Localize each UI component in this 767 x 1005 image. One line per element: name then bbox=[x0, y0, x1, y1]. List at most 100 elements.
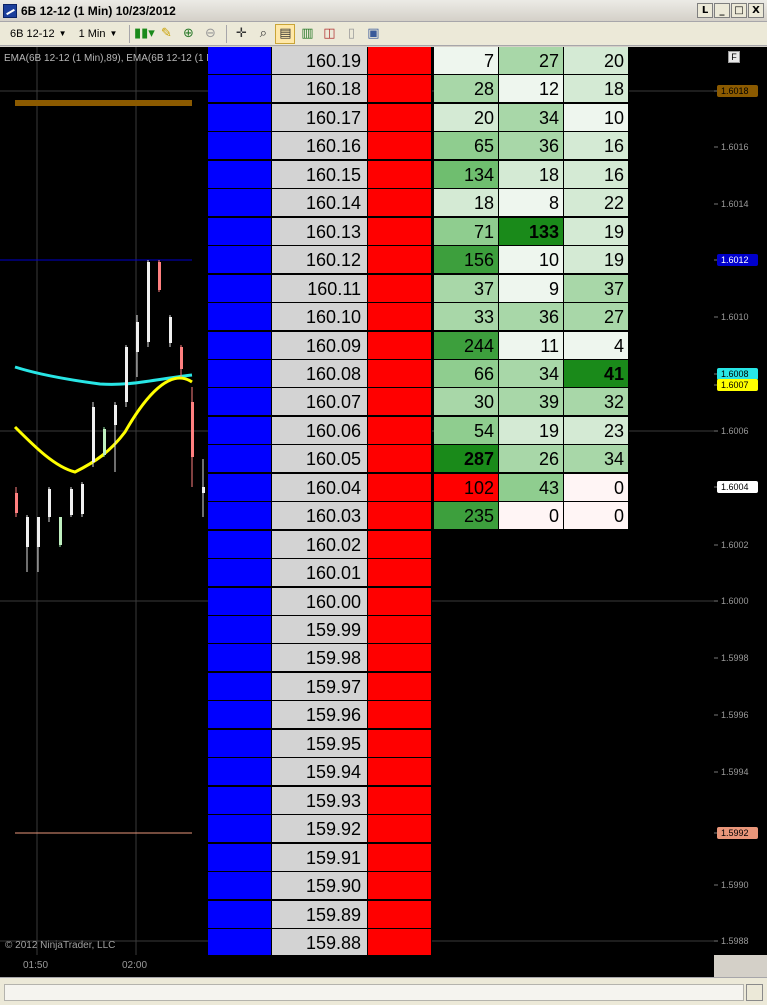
ask-cell[interactable] bbox=[368, 189, 432, 218]
bid-cell[interactable] bbox=[208, 587, 272, 616]
price-axis[interactable]: F 1.6018 1.6016 1.6014 1.6012 1.6010 1.6008 1.… bbox=[714, 47, 767, 955]
ladder-row[interactable]: 160.03 235 0 0 bbox=[208, 502, 629, 531]
ask-cell[interactable] bbox=[368, 47, 432, 75]
instrument-selector[interactable]: 6B 12-12 ▼ bbox=[6, 24, 71, 44]
ask-cell[interactable] bbox=[368, 160, 432, 189]
bid-cell[interactable] bbox=[208, 701, 272, 730]
strategies-icon[interactable]: ◫ bbox=[319, 24, 339, 44]
close-button[interactable]: X bbox=[748, 3, 764, 18]
bid-cell[interactable] bbox=[208, 189, 272, 218]
ask-cell[interactable] bbox=[368, 843, 432, 872]
ask-cell[interactable] bbox=[368, 729, 432, 758]
ladder-row[interactable]: 159.95 bbox=[208, 729, 629, 758]
ask-cell[interactable] bbox=[368, 900, 432, 929]
bid-cell[interactable] bbox=[208, 132, 272, 161]
ask-cell[interactable] bbox=[368, 758, 432, 787]
ask-cell[interactable] bbox=[368, 872, 432, 901]
bid-cell[interactable] bbox=[208, 47, 272, 75]
bid-cell[interactable] bbox=[208, 246, 272, 275]
ladder-row[interactable]: 160.08 66 34 41 bbox=[208, 359, 629, 388]
ladder-row[interactable]: 159.92 bbox=[208, 815, 629, 844]
ask-cell[interactable] bbox=[368, 359, 432, 388]
ladder-row[interactable]: 160.14 18 8 22 bbox=[208, 189, 629, 218]
ladder-row[interactable]: 160.05 287 26 34 bbox=[208, 445, 629, 474]
ladder-row[interactable]: 159.89 bbox=[208, 900, 629, 929]
maximize-button[interactable]: □ bbox=[731, 3, 747, 18]
ladder-row[interactable]: 160.11 37 9 37 bbox=[208, 274, 629, 303]
ladder-row[interactable]: 160.00 bbox=[208, 587, 629, 616]
bid-cell[interactable] bbox=[208, 843, 272, 872]
bar-type-icon[interactable]: ▮▮▾ bbox=[134, 24, 155, 44]
zoom-in-icon[interactable]: ⊕ bbox=[178, 24, 198, 44]
interval-selector[interactable]: 1 Min ▼ bbox=[75, 24, 122, 44]
ask-cell[interactable] bbox=[368, 559, 432, 588]
ask-cell[interactable] bbox=[368, 75, 432, 104]
ladder-row[interactable]: 159.97 bbox=[208, 672, 629, 701]
ladder-row[interactable]: 160.06 54 19 23 bbox=[208, 416, 629, 445]
properties-icon[interactable]: ▣ bbox=[363, 24, 383, 44]
bid-cell[interactable] bbox=[208, 872, 272, 901]
bid-cell[interactable] bbox=[208, 303, 272, 332]
bid-cell[interactable] bbox=[208, 502, 272, 531]
ask-cell[interactable] bbox=[368, 331, 432, 360]
ask-cell[interactable] bbox=[368, 103, 432, 132]
bid-cell[interactable] bbox=[208, 644, 272, 673]
ask-cell[interactable] bbox=[368, 672, 432, 701]
ladder-row[interactable]: 160.18 28 12 18 bbox=[208, 75, 629, 104]
ask-cell[interactable] bbox=[368, 388, 432, 417]
scroll-track[interactable] bbox=[4, 984, 744, 1001]
ask-cell[interactable] bbox=[368, 416, 432, 445]
ask-cell[interactable] bbox=[368, 132, 432, 161]
ask-cell[interactable] bbox=[368, 473, 432, 502]
bid-cell[interactable] bbox=[208, 928, 272, 957]
bid-cell[interactable] bbox=[208, 331, 272, 360]
ladder-row[interactable]: 160.07 30 39 32 bbox=[208, 388, 629, 417]
indicators-icon[interactable]: ▥ bbox=[297, 24, 317, 44]
bid-cell[interactable] bbox=[208, 758, 272, 787]
ladder-row[interactable]: 159.93 bbox=[208, 786, 629, 815]
bid-cell[interactable] bbox=[208, 530, 272, 559]
ask-cell[interactable] bbox=[368, 644, 432, 673]
ask-cell[interactable] bbox=[368, 701, 432, 730]
ask-cell[interactable] bbox=[368, 616, 432, 644]
ladder-row[interactable]: 160.13 71 133 19 bbox=[208, 217, 629, 246]
pencil-icon[interactable]: ✎ bbox=[156, 24, 176, 44]
bid-cell[interactable] bbox=[208, 416, 272, 445]
ladder-row[interactable]: 160.15 134 18 16 bbox=[208, 160, 629, 189]
bid-cell[interactable] bbox=[208, 616, 272, 644]
ask-cell[interactable] bbox=[368, 815, 432, 844]
ask-cell[interactable] bbox=[368, 587, 432, 616]
scroll-right-button[interactable] bbox=[746, 984, 763, 1001]
ask-cell[interactable] bbox=[368, 217, 432, 246]
ask-cell[interactable] bbox=[368, 502, 432, 531]
ladder-icon[interactable]: ▤ bbox=[275, 23, 296, 44]
ladder-row[interactable]: 159.94 bbox=[208, 758, 629, 787]
ladder-row[interactable]: 160.19 7 27 20 bbox=[208, 47, 629, 75]
ladder-row[interactable]: 160.10 33 36 27 bbox=[208, 303, 629, 332]
bid-cell[interactable] bbox=[208, 815, 272, 844]
zoom-out-icon[interactable]: ⊖ bbox=[200, 24, 220, 44]
magnifier-icon[interactable]: ⌕ bbox=[253, 24, 273, 44]
ladder-row[interactable]: 160.01 bbox=[208, 559, 629, 588]
ask-cell[interactable] bbox=[368, 928, 432, 957]
bid-cell[interactable] bbox=[208, 559, 272, 588]
ladder-row[interactable]: 159.99 bbox=[208, 616, 629, 644]
ask-cell[interactable] bbox=[368, 303, 432, 332]
bid-cell[interactable] bbox=[208, 729, 272, 758]
bid-cell[interactable] bbox=[208, 900, 272, 929]
ladder-row[interactable]: 159.91 bbox=[208, 843, 629, 872]
bid-cell[interactable] bbox=[208, 160, 272, 189]
ask-cell[interactable] bbox=[368, 530, 432, 559]
ladder-row[interactable]: 160.17 20 34 10 bbox=[208, 103, 629, 132]
ask-cell[interactable] bbox=[368, 274, 432, 303]
ask-cell[interactable] bbox=[368, 246, 432, 275]
link-button[interactable]: L bbox=[697, 3, 713, 18]
chart-trader-icon[interactable]: ▯ bbox=[341, 24, 361, 44]
ladder-row[interactable]: 160.04 102 43 0 bbox=[208, 473, 629, 502]
horizontal-scrollbar[interactable] bbox=[0, 977, 767, 1005]
bid-cell[interactable] bbox=[208, 786, 272, 815]
ladder-row[interactable]: 160.16 65 36 16 bbox=[208, 132, 629, 161]
bid-cell[interactable] bbox=[208, 445, 272, 474]
format-button[interactable]: F bbox=[728, 51, 740, 63]
bid-cell[interactable] bbox=[208, 217, 272, 246]
